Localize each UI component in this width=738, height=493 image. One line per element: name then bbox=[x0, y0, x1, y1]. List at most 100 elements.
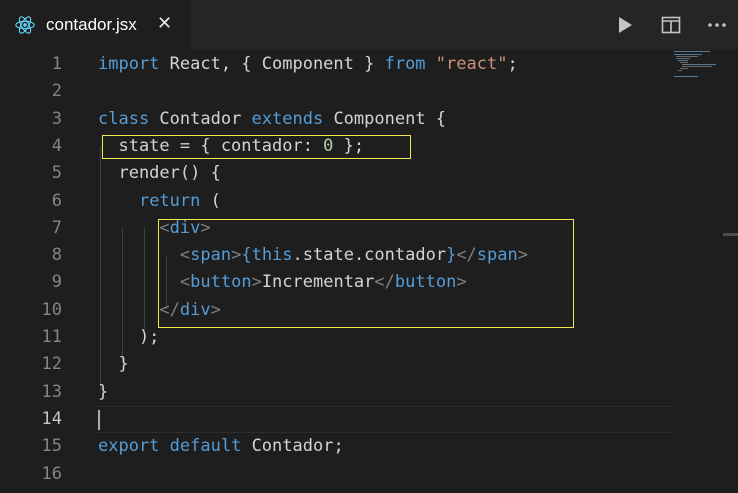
more-actions-icon[interactable] bbox=[707, 15, 727, 35]
line-number: 1 bbox=[51, 54, 62, 74]
run-icon[interactable] bbox=[615, 15, 635, 35]
code-token: div bbox=[169, 217, 201, 238]
line-number: 15 bbox=[41, 436, 62, 457]
code-text: <div> bbox=[98, 215, 211, 242]
code-token: </ bbox=[456, 245, 477, 266]
code-text: <span>{this.state.contador}</span> bbox=[98, 242, 528, 269]
line-number: 16 bbox=[41, 463, 62, 484]
split-editor-icon[interactable] bbox=[661, 15, 681, 35]
line-number: 10 bbox=[41, 299, 62, 320]
code-line-8[interactable]: 8 <span>{this.state.contador}</span> bbox=[0, 242, 672, 269]
code-text: import React, { Component } from "react"… bbox=[98, 51, 518, 78]
code-token: div bbox=[179, 299, 211, 320]
code-token: return bbox=[138, 190, 201, 211]
code-token: ; bbox=[507, 54, 518, 74]
code-text: </div> bbox=[98, 297, 221, 324]
code-token: </ bbox=[159, 299, 180, 320]
line-number: 14 bbox=[41, 408, 62, 429]
code-token: Contador; bbox=[241, 436, 344, 457]
scrollbar-position-marker bbox=[723, 233, 738, 236]
code-token: Component { bbox=[323, 108, 447, 129]
code-token: from bbox=[384, 54, 426, 74]
code-text: <button>Incrementar</button> bbox=[98, 269, 467, 296]
minimap[interactable] bbox=[672, 50, 728, 110]
code-line-5[interactable]: 5 render() { bbox=[0, 160, 672, 187]
line-number: 6 bbox=[51, 190, 62, 211]
code-token: button bbox=[190, 272, 252, 293]
code-token: Contador bbox=[149, 108, 252, 129]
code-token: render() { bbox=[98, 163, 221, 184]
code-token: > bbox=[200, 217, 211, 238]
code-line-16[interactable]: 16 bbox=[0, 461, 672, 488]
line-number: 8 bbox=[51, 245, 62, 266]
code-text: return ( bbox=[98, 188, 221, 215]
line-number: 2 bbox=[51, 81, 62, 102]
code-line-4[interactable]: 4 state = { contador: 0 }; bbox=[0, 133, 672, 160]
vertical-scrollbar[interactable] bbox=[723, 50, 738, 493]
code-token: < bbox=[179, 272, 191, 293]
code-line-12[interactable]: 12 } bbox=[0, 351, 672, 378]
code-token: 0 bbox=[323, 135, 334, 156]
code-text: render() { bbox=[98, 160, 221, 187]
code-text: state = { contador: 0 }; bbox=[98, 133, 364, 160]
line-number: 7 bbox=[51, 217, 62, 238]
code-line-14[interactable]: 14 bbox=[0, 405, 672, 433]
code-text: ); bbox=[98, 324, 159, 351]
code-token: > bbox=[210, 299, 221, 320]
code-token: .state.contador bbox=[292, 245, 447, 266]
line-number: 9 bbox=[51, 272, 62, 293]
text-cursor bbox=[98, 409, 100, 430]
code-line-3[interactable]: 3 class Contador extends Component { bbox=[0, 106, 672, 133]
tab-filename: contador.jsx bbox=[46, 15, 137, 34]
code-token: import bbox=[98, 54, 160, 74]
code-token: state = { contador: bbox=[98, 135, 324, 156]
code-line-7[interactable]: 7 <div> bbox=[0, 215, 672, 242]
code-line-10[interactable]: 10 </div> bbox=[0, 297, 672, 324]
code-token: button bbox=[394, 272, 457, 293]
code-token: } bbox=[98, 354, 129, 375]
code-token: span bbox=[476, 245, 518, 266]
code-line-2[interactable]: 2 bbox=[0, 78, 672, 105]
line-number: 4 bbox=[51, 135, 62, 156]
code-token: class bbox=[98, 108, 150, 129]
tab-contador-jsx[interactable]: contador.jsx ✕ bbox=[0, 0, 190, 50]
code-token: ); bbox=[98, 327, 160, 347]
code-token: span bbox=[190, 245, 232, 266]
code-token: }; bbox=[333, 135, 365, 156]
code-line-15[interactable]: 15 export default Contador; bbox=[0, 433, 672, 460]
code-line-13[interactable]: 13} bbox=[0, 379, 672, 406]
code-line-6[interactable]: 6 return ( bbox=[0, 188, 672, 215]
code-line-1[interactable]: 1 import React, { Component } from "react… bbox=[0, 51, 672, 78]
code-token: < bbox=[159, 217, 170, 238]
code-token: </ bbox=[374, 272, 395, 293]
code-token: "react" bbox=[435, 54, 508, 74]
code-token: Incrementar bbox=[261, 272, 375, 293]
code-token: extends bbox=[251, 108, 324, 129]
code-text: } bbox=[98, 379, 108, 406]
code-line-9[interactable]: 9 <button>Incrementar</button> bbox=[0, 269, 672, 296]
close-icon[interactable]: ✕ bbox=[157, 13, 172, 34]
line-number: 5 bbox=[51, 163, 62, 184]
code-text: export default Contador; bbox=[98, 433, 344, 460]
code-token: ( bbox=[200, 190, 221, 211]
code-token: > bbox=[456, 272, 467, 293]
code-text: class Contador extends Component { bbox=[98, 106, 446, 133]
code-token: React, { Component } bbox=[159, 54, 385, 74]
code-line-11[interactable]: 11 ); bbox=[0, 324, 672, 351]
code-token: } bbox=[98, 381, 109, 402]
react-icon bbox=[15, 16, 35, 34]
code-editor[interactable]: 1 import React, { Component } from "react… bbox=[0, 50, 738, 493]
line-number: 13 bbox=[41, 381, 62, 402]
code-token: > bbox=[517, 245, 528, 266]
code-token: default bbox=[169, 436, 242, 457]
code-token: {this bbox=[241, 245, 293, 266]
line-number: 11 bbox=[41, 327, 62, 347]
editor-titlebar: contador.jsx ✕ bbox=[0, 0, 738, 50]
